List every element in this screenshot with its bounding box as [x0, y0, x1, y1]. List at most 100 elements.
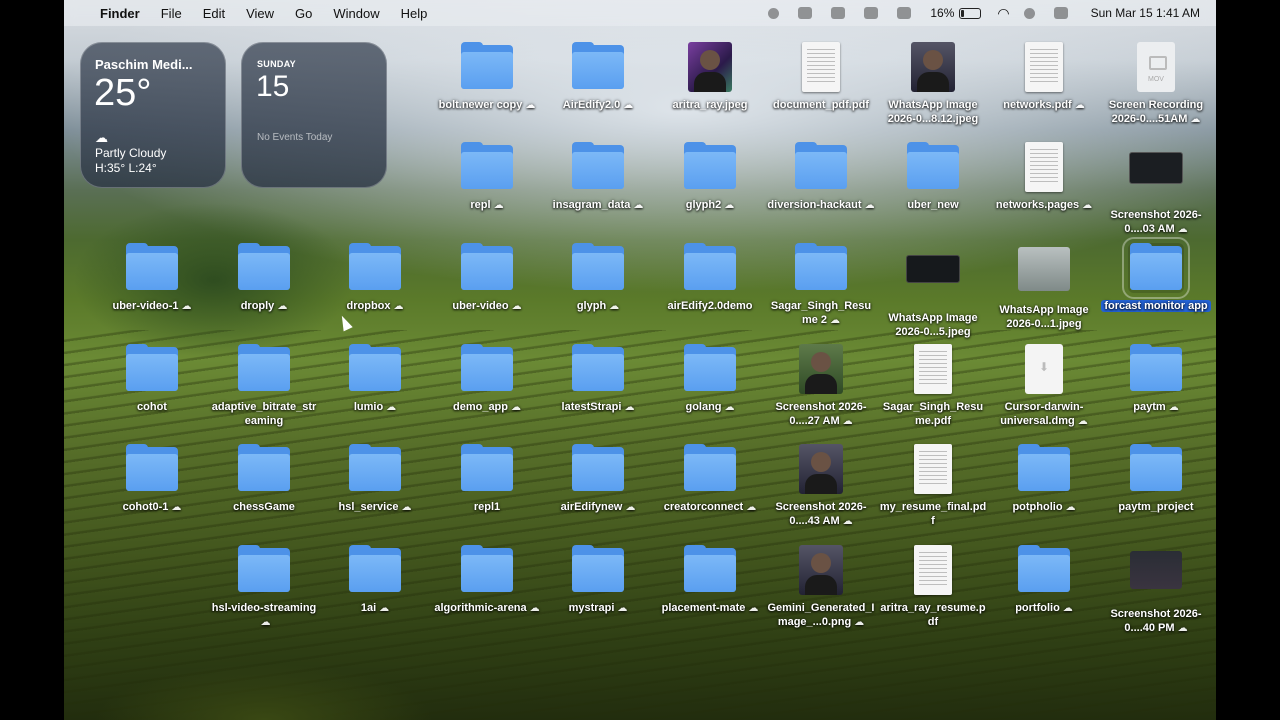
desktop-item-label: Sagar_Singh_Resume 2 ☁ [766, 299, 876, 328]
desktop-item-name: latestStrapi [561, 401, 622, 413]
desktop-item-name: Sagar_Singh_Resume 2 [770, 300, 872, 326]
desktop-item[interactable]: uber_new [878, 142, 988, 212]
desktop-item[interactable]: latestStrapi ☁ [543, 344, 653, 415]
partly-cloudy-icon: ☁ [95, 130, 108, 145]
icloud-icon: ☁ [171, 502, 182, 513]
desktop-item[interactable]: WhatsApp Image 2026-0...1.jpeg [989, 243, 1099, 331]
menu-edit[interactable]: Edit [203, 6, 225, 21]
menu-view[interactable]: View [246, 6, 274, 21]
lock-icon[interactable] [831, 7, 846, 19]
desktop-item-name: aritra_ray.jpeg [672, 99, 748, 111]
menu-window[interactable]: Window [333, 6, 379, 21]
desktop-item[interactable]: Screenshot 2026-0....03 AM ☁ [1101, 142, 1211, 237]
desktop-item[interactable]: creatorconnect ☁ [655, 444, 765, 515]
desktop-item[interactable]: AirEdify2.0 ☁ [543, 42, 653, 113]
desktop-item[interactable]: lumio ☁ [320, 344, 430, 415]
weather-city: Paschim Medi... [95, 57, 193, 72]
menu-go[interactable]: Go [295, 6, 312, 21]
desktop-item[interactable]: aritra_ray_resume.pdf [878, 545, 988, 629]
calendar-date: 15 [256, 70, 290, 103]
menu-file[interactable]: File [161, 6, 182, 21]
desktop-item[interactable]: algorithmic-arena ☁ [432, 545, 542, 616]
icloud-icon: ☁ [830, 315, 841, 326]
desktop-item[interactable]: Screenshot 2026-0....40 PM ☁ [1101, 545, 1211, 636]
menu-clock[interactable]: Sun Mar 15 1:41 AM [1091, 6, 1200, 20]
desktop-item[interactable]: Screenshot 2026-0....43 AM ☁ [766, 444, 876, 529]
desktop-item[interactable]: glyph ☁ [543, 243, 653, 314]
desktop-item[interactable]: potpholio ☁ [989, 444, 1099, 515]
record-icon[interactable] [768, 7, 780, 19]
display-icon[interactable] [864, 7, 879, 19]
desktop-item[interactable]: hsl_service ☁ [320, 444, 430, 515]
desktop-item[interactable]: 1ai ☁ [320, 545, 430, 616]
icloud-icon: ☁ [623, 100, 634, 111]
menu-help[interactable]: Help [401, 6, 428, 21]
desktop-item-name: aritra_ray_resume.pdf [880, 602, 986, 628]
desktop-item[interactable]: WhatsApp Image 2026-0...5.jpeg [878, 243, 988, 339]
icloud-icon: ☁ [1177, 224, 1188, 235]
folder-icon [1122, 237, 1190, 299]
desktop-item[interactable]: paytm_project [1101, 444, 1211, 514]
control-center-icon[interactable] [1053, 7, 1068, 19]
desktop-item[interactable]: diversion-hackaut ☁ [766, 142, 876, 213]
siri-icon[interactable] [1023, 7, 1035, 19]
weather-widget[interactable]: Paschim Medi... 25° ☁ Partly Cloudy H:35… [80, 42, 226, 188]
desktop-item-name: glyph2 [685, 199, 722, 211]
icloud-icon: ☁ [609, 301, 620, 312]
desktop-item-label: Screenshot 2026-0....27 AM ☁ [766, 400, 876, 429]
desktop-item[interactable]: networks.pdf ☁ [989, 42, 1099, 113]
desktop-item[interactable]: forcast monitor app [1101, 237, 1211, 313]
desktop-item[interactable]: my_resume_final.pdf [878, 444, 988, 528]
folder-icon [124, 344, 180, 394]
desktop-item[interactable]: Screenshot 2026-0....27 AM ☁ [766, 344, 876, 429]
wifi-icon[interactable]: ◠ [997, 5, 1009, 22]
desktop-item-name: droply [240, 300, 275, 312]
icloud-icon: ☁ [1168, 402, 1179, 413]
shield-icon[interactable] [798, 7, 813, 19]
desktop-item[interactable]: airEdifynew ☁ [543, 444, 653, 515]
desktop-item[interactable]: glyph2 ☁ [655, 142, 765, 213]
desktop-item[interactable]: cohot0-1 ☁ [97, 444, 207, 515]
document-icon [1016, 142, 1072, 192]
desktop-item[interactable]: ⬇ Cursor-darwin-universal.dmg ☁ [989, 344, 1099, 429]
desktop-item[interactable]: chessGame [209, 444, 319, 514]
desktop-item-label: Screenshot 2026-0....43 AM ☁ [766, 500, 876, 529]
desktop-item-name: hsl-video-streaming [211, 602, 317, 614]
desktop-item[interactable]: placement-mate ☁ [655, 545, 765, 616]
desktop-item[interactable]: golang ☁ [655, 344, 765, 415]
desktop-item[interactable]: hsl-video-streaming ☁ [209, 545, 319, 630]
desktop-item-label: forcast monitor app [1101, 299, 1211, 313]
desktop-item[interactable]: droply ☁ [209, 243, 319, 314]
desktop-item-label: Screenshot 2026-0....40 PM ☁ [1101, 607, 1211, 636]
desktop-item[interactable]: paytm ☁ [1101, 344, 1211, 415]
desktop-item[interactable]: document_pdf.pdf [766, 42, 876, 112]
desktop-item[interactable]: MOV Screen Recording 2026-0....51AM ☁ [1101, 42, 1211, 127]
desktop-item[interactable]: demo_app ☁ [432, 344, 542, 415]
desktop-item[interactable]: airEdify2.0demo [655, 243, 765, 313]
folder-icon [347, 243, 403, 293]
desktop-item[interactable]: repl1 [432, 444, 542, 514]
battery-status[interactable]: 16% [930, 6, 982, 20]
app-menu[interactable]: Finder [100, 6, 140, 21]
desktop-item[interactable]: Sagar_Singh_Resume 2 ☁ [766, 243, 876, 328]
folder-icon [459, 545, 515, 595]
keyboard-icon[interactable] [897, 7, 912, 19]
desktop-item[interactable]: repl ☁ [432, 142, 542, 213]
calendar-widget[interactable]: SUNDAY 15 No Events Today [241, 42, 387, 188]
desktop-item[interactable]: insagram_data ☁ [543, 142, 653, 213]
desktop-item[interactable]: uber-video-1 ☁ [97, 243, 207, 314]
desktop-item-label: Screen Recording 2026-0....51AM ☁ [1101, 98, 1211, 127]
desktop-item[interactable]: adaptive_bitrate_streaming [209, 344, 319, 428]
desktop-item[interactable]: aritra_ray.jpeg [655, 42, 765, 112]
desktop-item[interactable]: cohot [97, 344, 207, 414]
desktop-item-label: 1ai ☁ [320, 601, 430, 616]
desktop-item[interactable]: dropbox ☁ [320, 243, 430, 314]
desktop-item[interactable]: Sagar_Singh_Resume.pdf [878, 344, 988, 428]
desktop-item[interactable]: WhatsApp Image 2026-0...8.12.jpeg [878, 42, 988, 126]
desktop-item[interactable]: bolt.newer copy ☁ [432, 42, 542, 113]
desktop-item[interactable]: uber-video ☁ [432, 243, 542, 314]
desktop-item[interactable]: Gemini_Generated_Image_...0.png ☁ [766, 545, 876, 630]
desktop-item[interactable]: networks.pages ☁ [989, 142, 1099, 213]
desktop-item[interactable]: portfolio ☁ [989, 545, 1099, 616]
desktop-item[interactable]: mystrapi ☁ [543, 545, 653, 616]
